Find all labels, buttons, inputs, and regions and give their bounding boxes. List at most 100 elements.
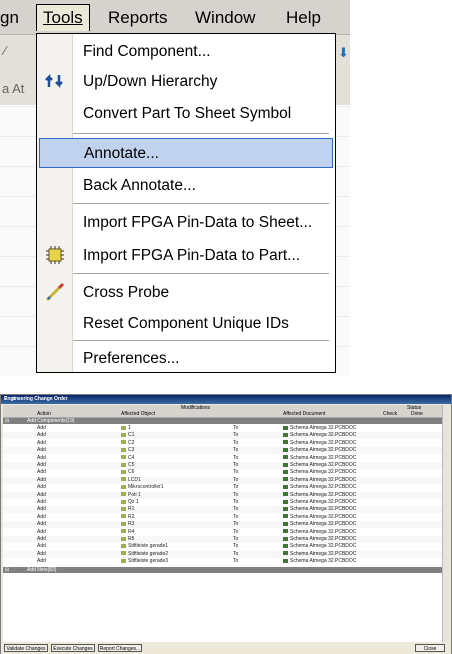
table-row[interactable]: Add Stiftleiste gerade1 To Schema Atmega 32… (3, 543, 445, 551)
row-document-label: Schema Atmega 32.PCBDOC (290, 543, 357, 550)
table-row[interactable]: Add Qz 1 To Schema Atmega 32.PCBDOC (3, 499, 445, 506)
row-document: Schema Atmega 32.PCBDOC (283, 440, 356, 446)
row-to: To (233, 513, 239, 520)
dialog-footer: Validate Changes Execute Changes Report … (1, 643, 451, 654)
row-to: To (233, 506, 239, 513)
menu-item-back-annotate[interactable]: Back Annotate... (37, 170, 335, 200)
row-object-label: R1 (128, 506, 135, 513)
table-row[interactable]: Add R2 To Schema Atmega 32.PCBDOC (3, 513, 445, 521)
component-icon (121, 544, 126, 549)
menu-tools[interactable]: Tools (36, 4, 90, 31)
table-row[interactable]: Add C6 To Schema Atmega 32.PCBDOC (3, 469, 445, 477)
row-object-label: R4 (128, 528, 135, 535)
pcb-document-icon (283, 440, 288, 445)
execute-changes-button[interactable]: Execute Changes (51, 644, 95, 652)
validate-changes-button[interactable]: Validate Changes (4, 644, 48, 652)
menu-window[interactable]: Window (195, 8, 255, 28)
row-to: To (233, 543, 239, 550)
menu-help[interactable]: Help (286, 8, 321, 28)
row-to: To (233, 558, 239, 565)
row-object-label: R3 (128, 521, 135, 528)
row-document-label: Schema Atmega 32.PCBDOC (290, 484, 357, 491)
expand-toggle-icon[interactable]: ⊟ (5, 418, 9, 424)
engineering-change-order-dialog: Engineering Change Order ? x Modificatio… (0, 394, 452, 654)
menu-separator (73, 273, 329, 274)
row-action: Add (37, 491, 46, 498)
row-object: C3 (121, 447, 134, 453)
header-affected-document[interactable]: Affected Document (283, 411, 325, 417)
title-bar-controls[interactable]: ? x (4, 396, 448, 402)
schematic-canvas-right[interactable] (336, 106, 350, 376)
close-button[interactable]: Close (415, 644, 445, 652)
menu-design-partial[interactable]: gn (0, 8, 19, 28)
report-changes-button[interactable]: Report Changes... (98, 644, 142, 652)
menu-item-import-fpga-sheet[interactable]: Import FPGA Pin-Data to Sheet... (37, 207, 335, 237)
row-action: Add (37, 439, 46, 446)
row-object: C5 (121, 462, 134, 468)
group-row-add-components[interactable]: ⊟ Add Components(19) (3, 418, 445, 424)
component-icon (121, 521, 126, 526)
table-row[interactable]: Add Stiftleiste gerade2 To Schema Atmega 32… (3, 550, 445, 558)
row-object: C1 (121, 432, 134, 438)
menu-item-reset-unique-ids[interactable]: Reset Component Unique IDs (37, 308, 335, 338)
row-to: To (233, 499, 239, 505)
menu-reports[interactable]: Reports (108, 8, 168, 28)
expand-toggle-icon[interactable]: ⊟ (5, 567, 9, 573)
component-icon (121, 462, 126, 467)
table-row[interactable]: Add R1 To Schema Atmega 32.PCBDOC (3, 506, 445, 514)
table-row[interactable]: Add C5 To Schema Atmega 32.PCBDOC (3, 462, 445, 469)
schematic-canvas[interactable] (0, 106, 36, 376)
row-to: To (233, 447, 239, 454)
menu-item-cross-probe[interactable]: Cross Probe (37, 277, 335, 307)
header-affected-object[interactable]: Affected Object (121, 411, 155, 417)
vertical-scrollbar[interactable] (442, 405, 449, 642)
table-row[interactable]: Add Poti 1 To Schema Atmega 32.PCBDOC (3, 491, 445, 499)
group-label: Add Nets(83) (27, 566, 57, 573)
menu-item-preferences[interactable]: Preferences... (37, 343, 335, 373)
menu-item-import-fpga-part[interactable]: Import FPGA Pin-Data to Part... (37, 240, 335, 270)
table-row[interactable]: Add 1 To Schema Atmega 32.PCBDOC (3, 425, 445, 432)
header-action[interactable]: Action (37, 411, 51, 417)
row-object-label: Poti 1 (128, 491, 141, 498)
row-object-label: Stiftleiste gerade1 (128, 543, 169, 550)
row-object: R3 (121, 521, 134, 527)
table-row[interactable]: Add C2 To Schema Atmega 32.PCBDOC (3, 439, 445, 447)
menu-item-label: Back Annotate... (83, 177, 196, 194)
row-document: Schema Atmega 32.PCBDOC (283, 425, 356, 431)
menu-item-convert-part[interactable]: Convert Part To Sheet Symbol (37, 98, 335, 128)
table-row[interactable]: Add C1 To Schema Atmega 32.PCBDOC (3, 432, 445, 440)
arrow-down-icon[interactable]: ⬇ (338, 45, 349, 61)
table-row[interactable]: Add R4 To Schema Atmega 32.PCBDOC (3, 528, 445, 536)
table-row[interactable]: Add C3 To Schema Atmega 32.PCBDOC (3, 447, 445, 455)
component-icon (121, 514, 126, 519)
menu-item-annotate[interactable]: Annotate... (39, 138, 333, 168)
wire-tool-icon[interactable]: ⁄ (4, 43, 6, 58)
row-document-label: Schema Atmega 32.PCBDOC (290, 476, 357, 483)
header-check[interactable]: Check (383, 411, 397, 417)
row-action: Add (37, 513, 46, 520)
row-document-label: Schema Atmega 32.PCBDOC (290, 432, 357, 439)
table-row[interactable]: Add R3 To Schema Atmega 32.PCBDOC (3, 521, 445, 529)
menu-item-label: Preferences... (83, 350, 180, 367)
component-icon (121, 484, 126, 489)
table-row[interactable]: Add Mikrocontroller1 To Schema Atmega 32.PC… (3, 484, 445, 492)
row-document: Schema Atmega 32.PCBDOC (283, 558, 356, 564)
row-object-label: C1 (128, 432, 135, 439)
table-row[interactable]: Add LCD1 To Schema Atmega 32.PCBDOC (3, 476, 445, 484)
row-object: R1 (121, 506, 134, 512)
menu-item-up-down-hierarchy[interactable]: Up/Down Hierarchy (37, 66, 335, 96)
row-document: Schema Atmega 32.PCBDOC (283, 432, 356, 438)
table-row[interactable]: Add Stiftleiste gerade3 To Schema Atmega 32… (3, 558, 445, 566)
up-down-hierarchy-icon (45, 71, 65, 91)
row-document: Schema Atmega 32.PCBDOC (283, 484, 356, 490)
table-row[interactable]: Add R5 To Schema Atmega 32.PCBDOC (3, 536, 445, 543)
pcb-document-icon (283, 558, 288, 563)
pcb-document-icon (283, 484, 288, 489)
toolbar-right: ⬇ (336, 35, 350, 105)
row-document: Schema Atmega 32.PCBDOC (283, 536, 356, 542)
component-icon (121, 470, 126, 475)
table-row[interactable]: Add C4 To Schema Atmega 32.PCBDOC (3, 454, 445, 462)
menu-item-find-component[interactable]: Find Component... (37, 36, 335, 66)
group-row-add-nets[interactable]: ⊟ Add Nets(83) (3, 566, 445, 573)
header-done[interactable]: Done (411, 411, 423, 417)
